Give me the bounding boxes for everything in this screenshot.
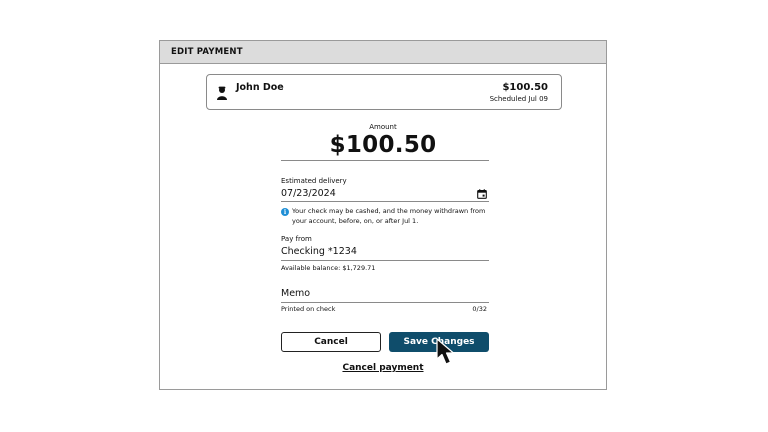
memo-char-counter: 0/32 [472, 305, 487, 313]
cancel-payment-link[interactable]: Cancel payment [160, 363, 606, 373]
payee-amount: $100.50 [502, 82, 548, 93]
edit-payment-dialog: EDIT PAYMENT John Doe $100.50 Scheduled … [159, 40, 607, 390]
delivery-date-input[interactable]: 07/23/2024 [281, 188, 336, 199]
pay-from-underline [281, 260, 489, 261]
payee-name: John Doe [236, 82, 284, 93]
dialog-title: EDIT PAYMENT [171, 47, 243, 57]
payee-card: John Doe $100.50 Scheduled Jul 09 [206, 74, 562, 110]
delivery-info-text: Your check may be cashed, and the money … [292, 207, 486, 225]
dialog-header: EDIT PAYMENT [160, 41, 606, 64]
cancel-button[interactable]: Cancel [281, 332, 381, 352]
memo-helper-text: Printed on check [281, 305, 336, 313]
delivery-label: Estimated delivery [281, 177, 347, 185]
pay-from-select[interactable]: Checking *1234 [281, 246, 357, 257]
amount-underline [281, 160, 489, 161]
amount-label: Amount [369, 123, 397, 131]
memo-underline [281, 302, 489, 303]
memo-input[interactable]: Memo [281, 288, 310, 299]
pointer-cursor-icon [436, 338, 455, 365]
calendar-icon[interactable] [477, 189, 487, 199]
available-balance: Available balance: $1,729.71 [281, 264, 376, 272]
payee-scheduled-date: Scheduled Jul 09 [489, 95, 548, 103]
info-icon: i [281, 208, 289, 216]
delivery-underline [281, 201, 489, 202]
pay-from-label: Pay from [281, 235, 312, 243]
amount-input[interactable]: $100.50 [160, 132, 606, 158]
person-icon [217, 86, 227, 100]
